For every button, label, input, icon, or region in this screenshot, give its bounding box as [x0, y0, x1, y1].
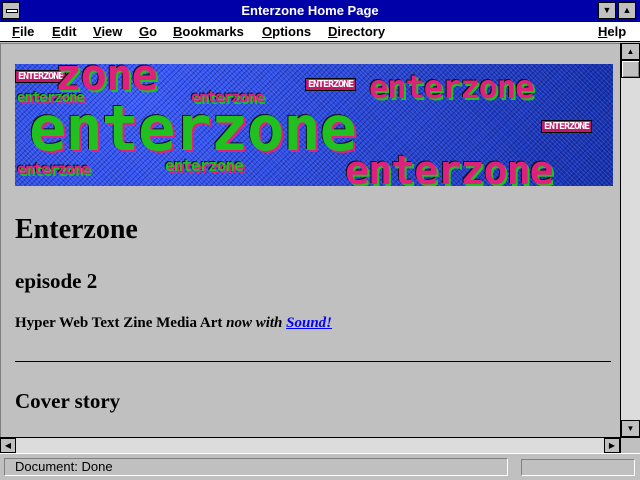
- menu-options[interactable]: Options: [262, 24, 311, 40]
- banner-medium-text: enterzone: [369, 68, 534, 106]
- enterzone-banner-image: ENTERZONE zone enterzone ENTERZONE enter…: [15, 64, 613, 186]
- status-bar: Document: Done: [0, 453, 640, 480]
- horizontal-scrollbar[interactable]: ◀ ▶: [0, 437, 620, 453]
- vertical-scroll-thumb[interactable]: [621, 60, 640, 78]
- maximize-icon[interactable]: ▲: [618, 2, 636, 19]
- banner-big-text: enterzone: [29, 92, 357, 165]
- system-menu-icon[interactable]: [2, 2, 20, 19]
- banner-badge: ENTERZONE: [541, 120, 593, 133]
- arrow-left-icon[interactable]: ◀: [0, 438, 16, 453]
- tagline-text: Hyper Web Text Zine Media Art: [15, 315, 227, 331]
- title-bar[interactable]: Enterzone Home Page ▼ ▲: [0, 0, 640, 22]
- horizontal-rule: [15, 361, 611, 362]
- menu-bookmarks[interactable]: Bookmarks: [173, 24, 244, 40]
- minimize-icon[interactable]: ▼: [598, 2, 616, 19]
- menu-edit[interactable]: Edit: [52, 24, 77, 40]
- menu-view[interactable]: View: [93, 24, 122, 40]
- status-text: Document: Done: [4, 458, 508, 476]
- menu-file[interactable]: File: [12, 24, 34, 40]
- banner-small-text: enterzone: [165, 156, 244, 175]
- vertical-scrollbar[interactable]: ▲ ▼: [620, 43, 640, 437]
- vertical-scroll-track[interactable]: [621, 60, 640, 420]
- page-title: Enterzone: [15, 214, 138, 245]
- page-content[interactable]: ENTERZONE zone enterzone ENTERZONE enter…: [0, 43, 620, 437]
- scrollbar-corner: [620, 437, 640, 453]
- arrow-right-icon[interactable]: ▶: [604, 438, 620, 453]
- tagline: Hyper Web Text Zine Media Art now with S…: [15, 314, 611, 332]
- banner-badge: ENTERZONE: [305, 78, 357, 91]
- browser-window: Enterzone Home Page ▼ ▲ File Edit View G…: [0, 0, 640, 480]
- banner-small-text: enterzone: [17, 160, 90, 178]
- menu-help[interactable]: Help: [598, 24, 626, 40]
- arrow-up-icon[interactable]: ▲: [621, 43, 640, 60]
- menu-bar: File Edit View Go Bookmarks Options Dire…: [0, 22, 640, 42]
- arrow-down-icon[interactable]: ▼: [621, 420, 640, 437]
- tagline-emphasis: now with: [226, 315, 283, 331]
- progress-indicator: [521, 459, 635, 476]
- episode-heading: episode 2: [15, 269, 98, 293]
- banner-medium-text: enterzone: [345, 148, 554, 186]
- sound-link[interactable]: Sound!: [286, 315, 332, 331]
- window-title: Enterzone Home Page: [241, 3, 379, 18]
- menu-directory[interactable]: Directory: [328, 24, 385, 40]
- cover-story-heading: Cover story: [15, 389, 121, 413]
- menu-go[interactable]: Go: [139, 24, 157, 40]
